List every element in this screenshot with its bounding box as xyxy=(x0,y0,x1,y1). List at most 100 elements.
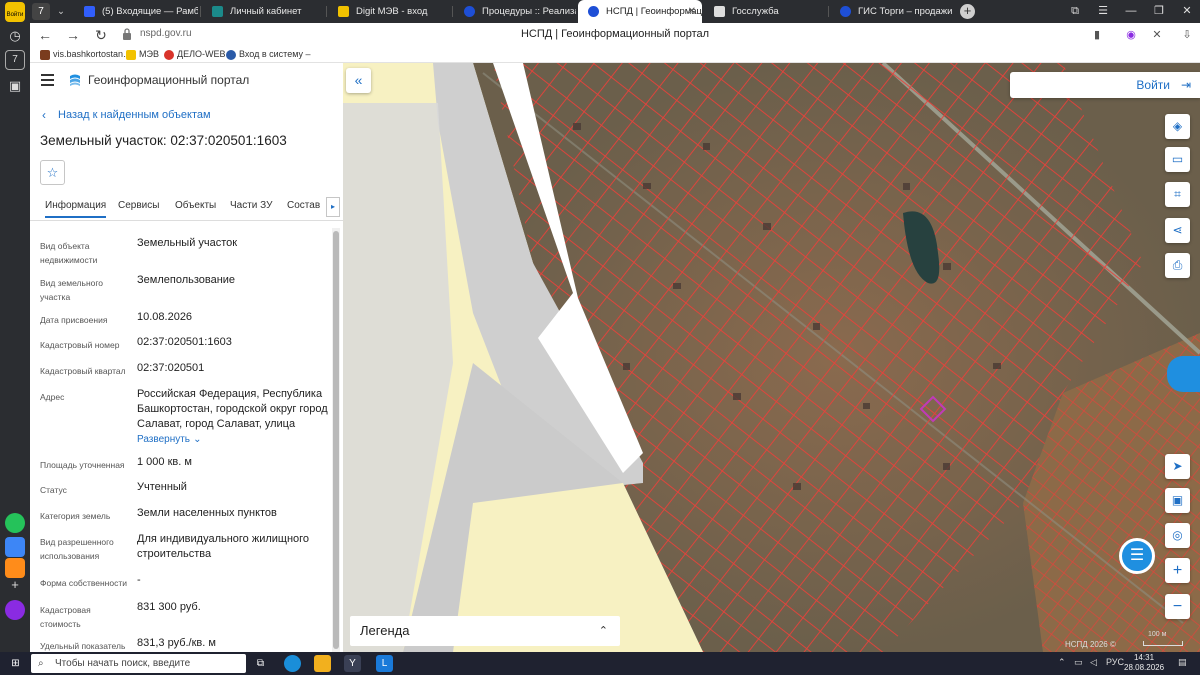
edge-icon[interactable] xyxy=(284,655,301,672)
map-view[interactable]: « Войти ⇥ ◈ ▭ ⌗ ⋖ ⎙ ➤ ▣ ◎ ☰ + − Легенда … xyxy=(343,63,1200,652)
measure-button[interactable]: ▭ xyxy=(1165,147,1190,172)
app-icon[interactable]: L xyxy=(376,655,393,672)
layers-button[interactable]: ◈ xyxy=(1165,114,1190,139)
tab-parts[interactable]: Части ЗУ xyxy=(230,200,272,211)
basemap-icon: ▣ xyxy=(1171,493,1184,507)
basemap-button[interactable]: ▣ xyxy=(1165,488,1190,513)
legend-panel[interactable]: Легенда ⌃ xyxy=(350,616,620,646)
double-chevron-left-icon: « xyxy=(354,72,363,88)
map-copyright: НСПД 2026 © xyxy=(1065,640,1116,649)
windows-start-icon[interactable]: ⊞ xyxy=(7,655,24,672)
protect-icon[interactable]: ◉ xyxy=(1124,28,1138,42)
language-indicator[interactable]: РУС xyxy=(1106,657,1124,667)
ruler-icon: ▭ xyxy=(1171,152,1184,166)
back-to-results-link[interactable]: ‹ Назад к найденным объектам xyxy=(42,108,211,122)
alice-icon[interactable] xyxy=(5,513,25,533)
screenshot-icon[interactable]: ▣ xyxy=(5,76,25,96)
property-row-address: Адрес Российская Федерация, Республика Б… xyxy=(40,387,330,447)
assistant-icon[interactable] xyxy=(5,600,25,620)
tab-bar: 7 ⌄ (5) Входящие — Рамблер/ Личный кабин… xyxy=(30,0,1200,23)
taskbar-search-input[interactable]: ⌕ Чтобы начать поиск, введите xyxy=(31,654,246,673)
vis-icon xyxy=(40,50,50,60)
extension-icon[interactable]: ✕ xyxy=(1150,28,1164,42)
taskbar-clock[interactable]: 14:31 28.08.2026 xyxy=(1124,653,1164,673)
tab-digit[interactable]: Digit МЭВ - вход xyxy=(328,0,452,23)
add-icon[interactable]: + xyxy=(5,575,25,595)
pin-icon: ◎ xyxy=(1172,528,1183,542)
file-explorer-icon[interactable] xyxy=(314,655,331,672)
maximize-icon[interactable]: ❐ xyxy=(1144,0,1174,23)
volume-icon[interactable]: ◁ xyxy=(1090,657,1097,668)
rambler-icon xyxy=(84,6,95,17)
property-row: Вид земельного участка Землепользование xyxy=(40,274,236,302)
bookmark-delo[interactable]: ДЕЛО-WEB xyxy=(164,49,226,60)
notifications-icon[interactable]: ▤ xyxy=(1178,657,1187,668)
bookmark-vis[interactable]: vis.bashkortostan… xyxy=(40,49,132,60)
address-bar: ← → ↻ nspd.gov.ru НСПД | Геоинформационн… xyxy=(30,23,1200,47)
tab-info[interactable]: Информация xyxy=(45,200,107,218)
yandex-browser-icon[interactable]: Y xyxy=(344,655,361,672)
minimize-icon[interactable]: — xyxy=(1116,0,1146,23)
select-icon: ⌗ xyxy=(1174,187,1181,201)
tab-gossluzhba[interactable]: Госслужба xyxy=(704,0,828,23)
bookmark-mev[interactable]: МЭВ xyxy=(126,49,159,60)
geolocate-button[interactable]: ➤ xyxy=(1165,454,1190,479)
digit-icon xyxy=(338,6,349,17)
tab-services[interactable]: Сервисы xyxy=(118,200,159,211)
street-view-button[interactable]: ◎ xyxy=(1165,523,1190,548)
tab-counter[interactable]: 7 xyxy=(32,3,50,20)
tab-nspd[interactable]: НСПД | Геоинформацио ✕ xyxy=(578,0,702,23)
expand-address-link[interactable]: Развернуть ⌄ xyxy=(137,432,332,447)
property-row: Вид объекта недвижимости Земельный участ… xyxy=(40,237,238,265)
close-window-icon[interactable]: ✕ xyxy=(1172,0,1200,23)
chat-icon: ☰ xyxy=(1129,547,1145,564)
task-view-icon[interactable]: ⧉ xyxy=(252,655,269,672)
tab-list-icon[interactable]: ⌄ xyxy=(54,0,68,23)
tab-objects[interactable]: Объекты xyxy=(175,200,216,211)
side-counter[interactable]: 7 xyxy=(5,50,25,70)
favorite-button[interactable]: ☆ xyxy=(40,160,65,185)
page-title: НСПД | Геоинформационный портал xyxy=(520,28,710,40)
nspd-widget-button[interactable] xyxy=(1167,356,1200,392)
share-button[interactable]: ⋖ xyxy=(1165,218,1190,243)
collapse-panel-button[interactable]: « xyxy=(346,68,371,93)
browser-sidebar: Войти ◷ 7 ▣ + xyxy=(0,0,30,652)
map-canvas[interactable] xyxy=(343,63,1200,652)
gis-torgi-icon xyxy=(840,6,851,17)
print-button[interactable]: ⎙ xyxy=(1165,253,1190,278)
login-button[interactable]: Войти ⇥ xyxy=(1010,72,1200,98)
expand-collapse-icon: ⌃ xyxy=(598,625,608,637)
bookmark-login[interactable]: Вход в систему – xyxy=(226,49,311,60)
login-badge[interactable]: Войти xyxy=(5,2,25,22)
bookmark-icon[interactable]: ▮ xyxy=(1090,28,1104,42)
download-icon[interactable]: ⇩ xyxy=(1180,28,1194,42)
print-icon: ⎙ xyxy=(1172,258,1183,272)
chevron-down-icon: ⌄ xyxy=(193,434,202,445)
network-icon[interactable]: ▭ xyxy=(1074,657,1083,668)
tab-procedures[interactable]: Процедуры :: Реализация xyxy=(454,0,576,23)
close-tab-icon[interactable]: ✕ xyxy=(688,0,696,23)
portal-logo-icon xyxy=(70,74,80,86)
tab-gis-torgi[interactable]: ГИС Торги – продажи гос xyxy=(830,0,954,23)
menu-icon[interactable] xyxy=(41,74,54,86)
chat-button[interactable]: ☰ xyxy=(1119,538,1155,574)
panel-scrollbar-thumb[interactable] xyxy=(333,231,339,649)
delo-icon xyxy=(164,50,174,60)
tabs-scroll-right-button[interactable]: ▸ xyxy=(326,197,340,217)
portal-title: Геоинформационный портал xyxy=(88,73,250,87)
messenger-icon[interactable] xyxy=(5,537,25,557)
tab-composition[interactable]: Состав xyxy=(287,200,320,211)
tab-actions-icon[interactable]: ⧉ xyxy=(1060,0,1090,23)
history-icon[interactable]: ◷ xyxy=(5,26,25,46)
new-tab-button[interactable]: + xyxy=(960,4,975,19)
select-area-button[interactable]: ⌗ xyxy=(1165,182,1190,207)
zoom-in-button[interactable]: + xyxy=(1165,558,1190,583)
object-info-panel: Геоинформационный портал ‹ Назад к найде… xyxy=(30,63,343,652)
zoom-out-button[interactable]: − xyxy=(1165,594,1190,619)
tab-cabinet[interactable]: Личный кабинет xyxy=(202,0,326,23)
star-icon: ☆ xyxy=(46,165,59,180)
object-title: Земельный участок: 02:37:020501:1603 xyxy=(40,133,287,148)
tab-rambler[interactable]: (5) Входящие — Рамблер/ xyxy=(74,0,198,23)
bookmark-menu-icon[interactable]: ☰ xyxy=(1088,0,1118,23)
tray-arrow-icon[interactable]: ⌃ xyxy=(1058,657,1066,668)
